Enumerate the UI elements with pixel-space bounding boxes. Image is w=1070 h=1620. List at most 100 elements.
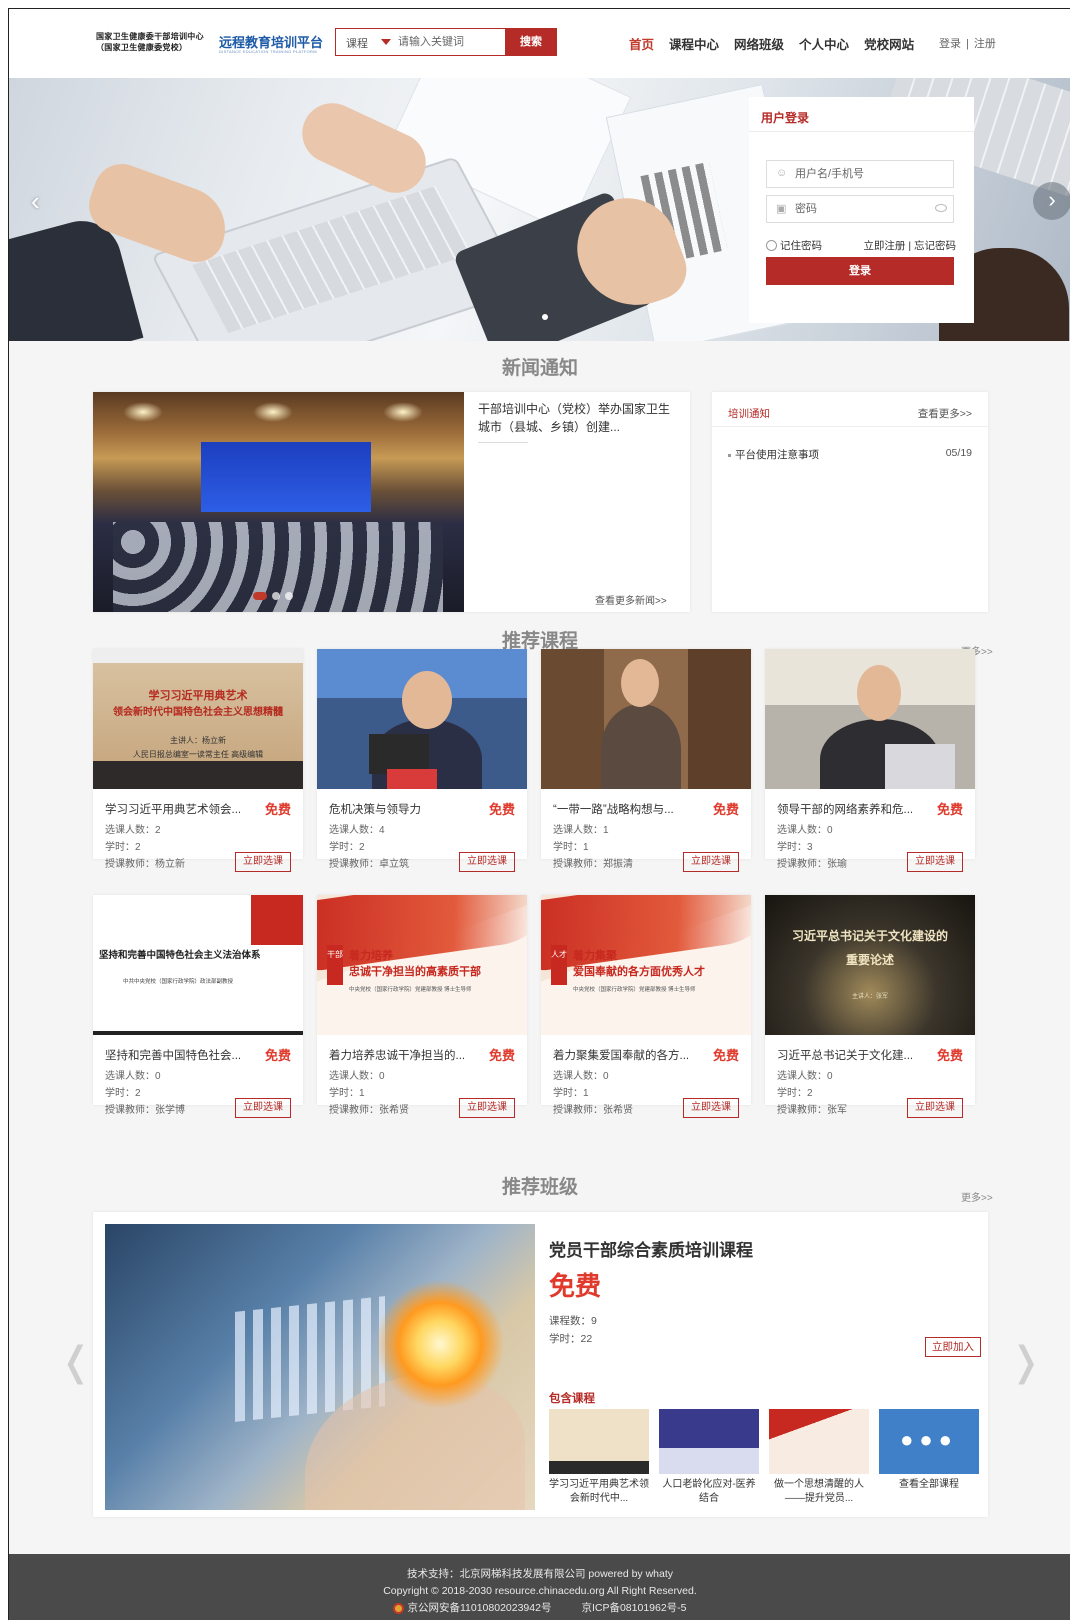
included-course-thumb[interactable] [549, 1409, 649, 1474]
course-card[interactable]: 人才 着力集聚 爱国奉献的各方面优秀人才 中央党校（国家行政学院）党建部教授 博士生导… [541, 895, 751, 1118]
notice-more-link[interactable]: 查看更多>> [918, 406, 972, 421]
chandelier [253, 402, 293, 422]
course-teacher: 授课教师：张军 [777, 1105, 847, 1116]
course-students: 选课人数：0 [329, 1071, 385, 1082]
course-price: 免费 [488, 1048, 515, 1063]
course-card[interactable]: 习近平总书记关于文化建设的 重要论述 主讲人：张军 习近平总书记关于文化建... 免费选… [765, 895, 975, 1118]
included-course-label[interactable]: 学习习近平用典艺术领会新时代中... [549, 1478, 649, 1506]
course-card[interactable]: 学习习近平用典艺术 领会新时代中国特色社会主义思想精髓 主讲人：杨立新 人民日报总编室… [93, 649, 303, 872]
news-more-link[interactable]: 查看更多新闻>> [595, 592, 667, 607]
register-link[interactable]: 注册 [974, 38, 996, 50]
eye-icon[interactable] [935, 204, 947, 212]
news-dot[interactable] [272, 592, 280, 600]
auth-separator: | [966, 38, 969, 50]
password-input[interactable] [795, 201, 935, 217]
class-prev-icon[interactable]: ❬ [59, 1339, 93, 1385]
included-course-label[interactable]: 做一个思想清醒的人——提升党员... [769, 1478, 869, 1506]
class-cover-image[interactable] [105, 1224, 535, 1510]
logo-line2: （国家卫生健康委党校） [96, 43, 188, 52]
course-name[interactable]: 危机决策与领导力 [329, 801, 469, 817]
search-category-select[interactable]: 课程 [346, 35, 368, 51]
course-thumbnail[interactable] [317, 649, 527, 789]
nav-personal-center[interactable]: 个人中心 [799, 34, 849, 53]
thumb-title: 领会新时代中国特色社会主义思想精髓 [113, 707, 283, 718]
course-teacher: 授课教师：郑振清 [553, 859, 633, 870]
banner-next-icon[interactable]: › [1033, 182, 1070, 220]
enroll-button[interactable]: 立即选课 [683, 852, 739, 872]
caret-down-icon[interactable] [381, 39, 391, 45]
course-card[interactable]: “一带一路”战略构想与... 免费 选课人数：1 学时：1 授课教师：郑振清 立即选课 [541, 649, 751, 872]
course-name[interactable]: 学习习近平用典艺术领会... [105, 801, 245, 817]
enroll-button[interactable]: 立即选课 [907, 852, 963, 872]
course-hours: 学时：1 [553, 1088, 589, 1099]
course-name[interactable]: 坚持和完善中国特色社会... [105, 1047, 245, 1063]
notice-item-title: 平台使用注意事项 [735, 449, 819, 461]
view-all-courses-link[interactable]: 查看全部课程 [879, 1478, 979, 1492]
course-name[interactable]: 领导干部的网络素养和危... [777, 801, 917, 817]
included-course-thumb[interactable] [769, 1409, 869, 1474]
enroll-button[interactable]: 立即选课 [683, 1098, 739, 1118]
course-thumbnail[interactable]: 人才 着力集聚 爱国奉献的各方面优秀人才 中央党校（国家行政学院）党建部教授 博士生导… [541, 895, 751, 1035]
logo[interactable]: 国家卫生健康委干部培训中心 （国家卫生健康委党校） [96, 31, 204, 53]
search-button[interactable]: 搜索 [505, 28, 557, 56]
course-thumbnail[interactable]: 习近平总书记关于文化建设的 重要论述 主讲人：张军 [765, 895, 975, 1035]
speaker-head [857, 665, 901, 721]
enroll-button[interactable]: 立即选课 [459, 1098, 515, 1118]
nav-course-center[interactable]: 课程中心 [669, 34, 719, 53]
course-card[interactable]: 坚持和完善中国特色社会主义法治体系 中共中央党校（国家行政学院）政法部副教授坚持和… [93, 895, 303, 1118]
course-thumbnail[interactable]: 干部 着力培养 忠诚干净担当的高素质干部 中央党校（国家行政学院）党建部教授 博士生导… [317, 895, 527, 1035]
included-course-thumb[interactable] [659, 1409, 759, 1474]
course-name[interactable]: 着力聚集爱国奉献的各方... [553, 1047, 693, 1063]
course-thumbnail[interactable] [541, 649, 751, 789]
username-input[interactable] [795, 166, 935, 182]
remember-radio[interactable] [766, 240, 777, 251]
search-input[interactable] [398, 33, 498, 51]
lock-icon: ▣ [776, 203, 787, 215]
view-all-courses-thumb[interactable]: ●●● [879, 1409, 979, 1474]
forgot-password-link[interactable]: 忘记密码 [914, 240, 956, 252]
banner-prev-icon[interactable]: ‹ [31, 186, 51, 216]
course-card[interactable]: 干部 着力培养 忠诚干净担当的高素质干部 中央党校（国家行政学院）党建部教授 博士生导… [317, 895, 527, 1118]
enroll-button[interactable]: 立即选课 [907, 1098, 963, 1118]
thumb-subtitle: 中央党校（国家行政学院）党建部教授 博士生导师 [349, 987, 472, 993]
join-class-button[interactable]: 立即加入 [925, 1337, 981, 1357]
platform-name-en: DISTANCE EDUCATION TRAINING PLATFORM [219, 49, 317, 54]
course-card[interactable]: 危机决策与领导力 免费 选课人数：4 学时：2 授课教师：卓立筑 立即选课 [317, 649, 527, 872]
class-next-icon[interactable]: ❭ [1009, 1339, 1043, 1385]
enroll-button[interactable]: 立即选课 [459, 852, 515, 872]
classes-section-title: 推荐班级 [501, 1177, 578, 1198]
course-name[interactable]: “一带一路”战略构想与... [553, 801, 693, 817]
news-headline[interactable]: 干部培训中心（党校）举办国家卫生城市（县城、乡镇）创建... [478, 400, 678, 436]
footer-support: 技术支持：北京网梯科技发展有限公司 powered by whaty [406, 1568, 674, 1580]
included-course-label[interactable]: 人口老龄化应对-医养结合 [659, 1478, 759, 1506]
enroll-button[interactable]: 立即选课 [235, 852, 291, 872]
register-now-link[interactable]: 立即注册 [863, 240, 905, 252]
footer-icp-record[interactable]: 京ICP备08101962号-5 [581, 1602, 686, 1614]
nav-home[interactable]: 首页 [629, 34, 654, 53]
notice-item[interactable]: 平台使用注意事项 [728, 447, 819, 462]
course-thumbnail[interactable] [765, 649, 975, 789]
classes-more-link[interactable]: 更多>> [961, 1189, 993, 1204]
conference-screen [201, 442, 371, 512]
nav-online-class[interactable]: 网络班级 [734, 34, 784, 53]
class-hours: 学时：22 [549, 1333, 593, 1345]
login-submit-button[interactable]: 登录 [766, 257, 954, 285]
class-name[interactable]: 党员干部综合素质培训课程 [549, 1236, 753, 1261]
course-hours: 学时：2 [329, 842, 365, 853]
enroll-button[interactable]: 立即选课 [235, 1098, 291, 1118]
nav-party-school[interactable]: 党校网站 [864, 34, 914, 53]
footer-police-record[interactable]: 京公网安备11010802023942号 [407, 1602, 551, 1614]
auth-links: 登录 | 注册 [939, 35, 996, 51]
banner-dot[interactable] [542, 314, 548, 320]
login-link[interactable]: 登录 [939, 38, 961, 50]
course-thumbnail[interactable]: 学习习近平用典艺术 领会新时代中国特色社会主义思想精髓 主讲人：杨立新 人民日报总编室… [93, 649, 303, 789]
course-thumbnail[interactable]: 坚持和完善中国特色社会主义法治体系 中共中央党校（国家行政学院）政法部副教授 [93, 895, 303, 1035]
course-name[interactable]: 习近平总书记关于文化建... [777, 1047, 917, 1063]
news-dot[interactable] [253, 592, 267, 600]
remember-option[interactable]: 记住密码 [766, 238, 822, 253]
news-dot[interactable] [285, 592, 293, 600]
course-name[interactable]: 着力培养忠诚干净担当的... [329, 1047, 469, 1063]
news-photo[interactable] [93, 392, 464, 612]
course-teacher: 授课教师：张希贤 [553, 1105, 633, 1116]
course-card[interactable]: 领导干部的网络素养和危... 免费 选课人数：0 学时：3 授课教师：张瑜 立即选课 [765, 649, 975, 872]
